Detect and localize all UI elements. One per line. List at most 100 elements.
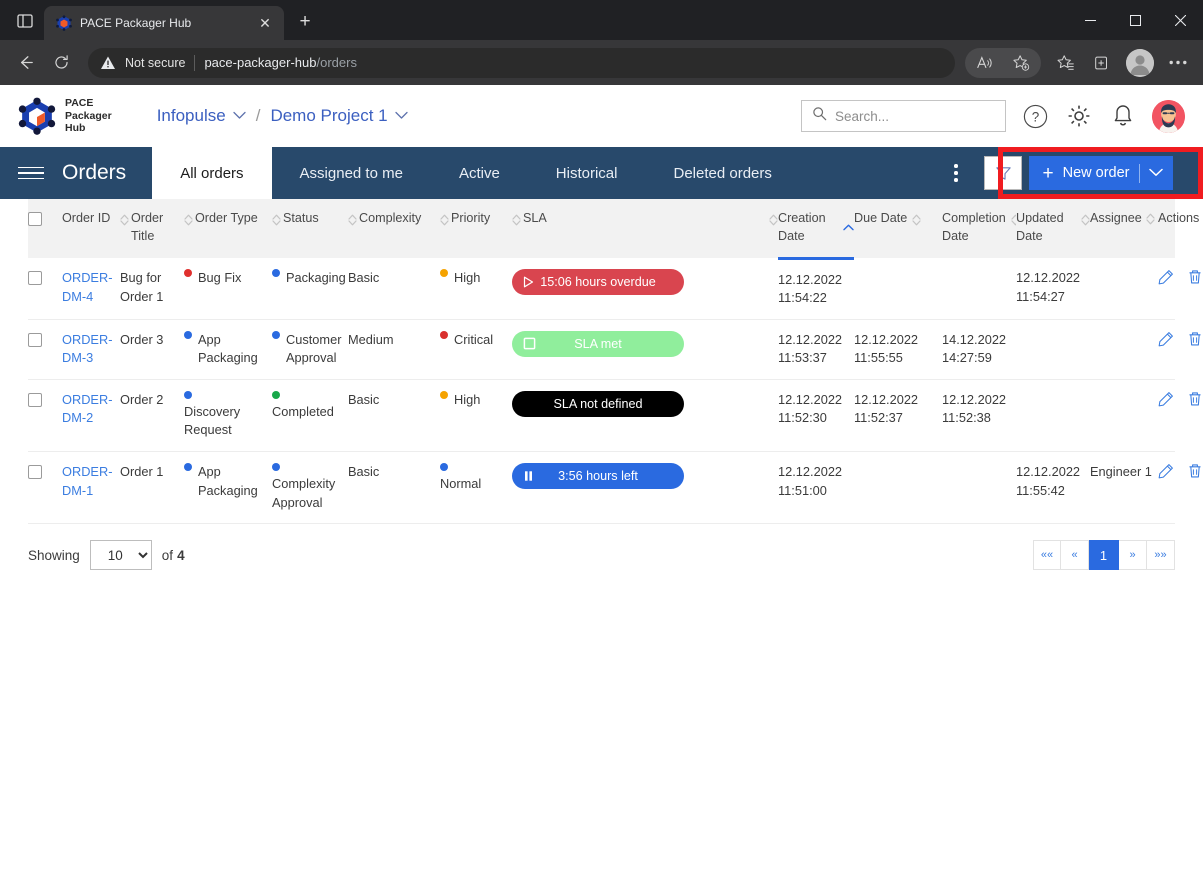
new-tab-button[interactable]: + [290,7,320,37]
table-row[interactable]: ORDER-DM-1 Order 1 App Packaging Complex… [28,451,1201,525]
sla-badge: 3:56 hours left [512,463,684,490]
pagination-last-button[interactable]: »» [1147,540,1175,571]
cell-actions [1158,258,1201,320]
tab-all-orders[interactable]: All orders [152,147,272,199]
cell-due-date: 12.12.2022 11:55:55 [854,319,942,380]
favorites-icon[interactable] [1049,46,1083,80]
bell-icon[interactable] [1108,101,1138,131]
sort-toggle-icon[interactable] [769,213,778,227]
table-row[interactable]: ORDER-DM-4 Bug for Order 1 Bug Fix Packa… [28,258,1201,320]
col-order-id-sorter[interactable]: Order Title [120,199,184,259]
breadcrumb-project[interactable]: Demo Project 1 [270,106,387,126]
table-row[interactable]: ORDER-DM-3 Order 3 App Packaging Custome… [28,319,1201,380]
sort-toggle-icon[interactable] [120,213,129,227]
cell-status: Packaging [272,258,348,320]
chevron-down-icon[interactable] [233,109,246,123]
close-icon[interactable] [1158,0,1203,40]
reload-icon[interactable] [44,46,78,80]
help-circle-icon[interactable]: ? [1020,101,1050,131]
sort-toggle-icon[interactable] [348,213,357,227]
cell-complexity: Medium [348,319,440,380]
pencil-icon[interactable] [1158,463,1174,485]
collections-icon[interactable] [1085,46,1119,80]
back-arrow-icon[interactable] [8,46,42,80]
trash-icon[interactable] [1187,463,1203,485]
col-updated-date[interactable]: Updated Date [1016,199,1090,259]
col-creation-date[interactable]: Creation Date [778,199,854,260]
col-due-date[interactable]: Due Date [854,199,942,259]
order-id-link[interactable]: ORDER-DM-1 [62,464,112,498]
select-all-checkbox[interactable] [28,212,42,226]
read-aloud-icon[interactable] [968,46,1002,80]
trash-icon[interactable] [1187,331,1203,353]
orders-table-head: Order ID Order Title Order Type Status C… [28,199,1199,260]
more-vertical-icon[interactable] [936,164,976,182]
chevron-down-icon[interactable] [1148,165,1163,181]
add-favorite-icon[interactable] [1004,46,1038,80]
priority-dot [440,330,448,339]
gear-icon[interactable] [1064,101,1094,131]
row-checkbox[interactable] [28,465,42,480]
new-order-button[interactable]: + New order [1028,156,1173,190]
page-size-select[interactable]: 10 25 50 100 [89,540,152,571]
trash-icon[interactable] [1187,269,1203,291]
table-row[interactable]: ORDER-DM-2 Order 2 Discovery Request Com… [28,379,1201,453]
user-avatar[interactable] [1152,99,1185,133]
col-label: Updated Date [1016,211,1064,243]
col-order-id[interactable]: Order ID [62,199,120,259]
pagination-page-1[interactable]: 1 [1089,540,1119,571]
browser-tab[interactable]: PACE Packager Hub ✕ [44,6,284,40]
sort-toggle-icon[interactable] [912,213,921,227]
col-completion-date[interactable]: Completion Date [942,199,1020,259]
chevron-down-icon[interactable] [394,109,408,123]
tab-historical[interactable]: Historical [528,147,646,199]
sort-toggle-icon[interactable] [512,213,521,227]
tab-assigned-to-me[interactable]: Assigned to me [272,147,431,199]
settings-more-icon[interactable] [1161,46,1195,80]
sort-toggle-icon[interactable] [184,213,193,227]
maximize-icon[interactable] [1113,0,1158,40]
col-sla[interactable]: SLA [512,199,698,259]
breadcrumb-org[interactable]: Infopulse [157,106,226,126]
close-icon[interactable]: ✕ [254,12,276,34]
col-status-sorter[interactable]: Complexity [348,199,440,259]
sort-asc-icon[interactable] [843,224,854,231]
search-input[interactable] [835,108,995,124]
pagination-first-button[interactable]: «« [1033,540,1061,571]
row-checkbox[interactable] [28,271,42,286]
order-id-link[interactable]: ORDER-DM-2 [62,392,112,426]
sort-toggle-icon[interactable] [272,213,281,227]
col-order-title-sorter[interactable]: Order Type [184,199,272,259]
sort-toggle-icon[interactable] [1146,212,1155,226]
pagination-next-button[interactable]: » [1119,540,1147,571]
profile-icon[interactable] [1126,48,1154,77]
row-checkbox[interactable] [28,332,42,347]
address-bar[interactable]: Not secure pace-packager-hub/orders [88,47,955,78]
col-assignee[interactable]: Assignee [1090,199,1158,259]
trash-icon[interactable] [1187,391,1203,413]
sort-toggle-icon[interactable] [1081,213,1090,227]
order-id-link[interactable]: ORDER-DM-3 [62,332,112,366]
pencil-icon[interactable] [1158,331,1174,353]
col-label: Priority [451,211,491,225]
pagination-prev-button[interactable]: « [1061,540,1089,571]
order-id-link[interactable]: ORDER-DM-4 [62,270,112,304]
pencil-icon[interactable] [1158,391,1174,413]
hamburger-menu-icon[interactable] [0,147,62,199]
col-complexity-sorter[interactable]: Priority [440,199,512,259]
tab-active[interactable]: Active [431,147,528,199]
tab-list-icon[interactable] [6,4,44,38]
pencil-icon[interactable] [1158,269,1174,291]
minimize-icon[interactable] [1068,0,1113,40]
browser-nav-bar: Not secure pace-packager-hub/orders [0,40,1203,85]
app-logo[interactable]: PACE Packager Hub [18,97,112,135]
tab-deleted-orders[interactable]: Deleted orders [645,147,799,199]
url-host: pace-packager-hub [204,55,317,70]
search-box[interactable] [801,100,1006,132]
col-sla-sorter[interactable] [698,199,778,259]
sort-toggle-icon[interactable] [440,213,449,227]
row-checkbox[interactable] [28,392,42,407]
col-label: SLA [523,211,547,225]
cell-sla: SLA met [512,319,778,380]
col-order-type-sorter[interactable]: Status [272,199,348,259]
